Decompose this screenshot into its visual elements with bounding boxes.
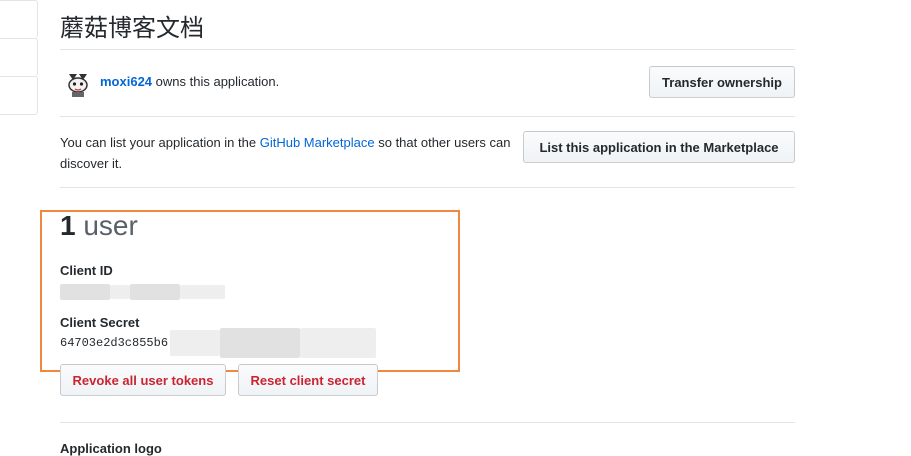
avatar-illustration-icon [63,68,93,98]
owner-username-link[interactable]: moxi624 [100,74,152,89]
revoke-all-tokens-button[interactable]: Revoke all user tokens [60,364,226,396]
divider [60,422,795,423]
transfer-ownership-button[interactable]: Transfer ownership [649,66,795,98]
marketplace-description: You can list your application in the Git… [60,132,530,174]
divider [60,116,795,117]
highlight-annotation [40,210,460,372]
reset-client-secret-button[interactable]: Reset client secret [238,364,378,396]
owner-suffix: owns this application. [155,74,280,89]
application-logo-heading: Application logo [60,441,162,456]
sidebar-item[interactable] [0,76,38,115]
divider [60,187,795,188]
list-in-marketplace-button[interactable]: List this application in the Marketplace [523,131,795,163]
settings-sidebar [0,0,38,120]
page-title: 蘑菇博客文档 [60,14,204,42]
marketplace-text-before: You can list your application in the [60,135,260,150]
divider [60,49,795,50]
marketplace-link[interactable]: GitHub Marketplace [260,135,375,150]
sidebar-item[interactable] [0,38,38,76]
avatar[interactable] [63,68,93,98]
owner-text: moxi624 owns this application. [100,74,279,89]
sidebar-item[interactable] [0,0,38,38]
